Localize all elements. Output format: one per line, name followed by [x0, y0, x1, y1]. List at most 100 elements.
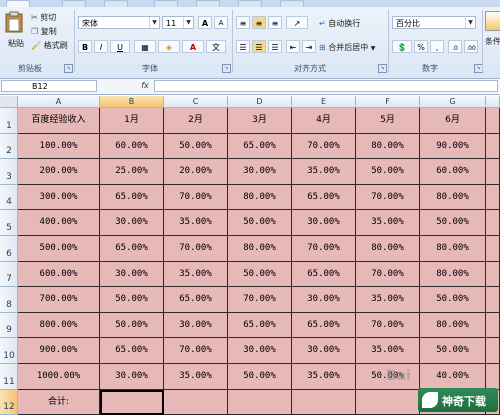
- row-header-8[interactable]: 8: [0, 287, 18, 313]
- data-cell[interactable]: 80.00%: [420, 236, 486, 262]
- fill-color-button[interactable]: ◈: [158, 40, 180, 53]
- data-cell[interactable]: 65.00%: [292, 312, 356, 339]
- data-cell[interactable]: 50.00%: [420, 287, 486, 313]
- data-cell[interactable]: 600.00%: [18, 261, 100, 288]
- column-header-next[interactable]: [486, 96, 500, 108]
- row-header-1[interactable]: 1: [0, 108, 18, 134]
- row-header-2[interactable]: 2: [0, 133, 18, 160]
- align-right-button[interactable]: ☰: [268, 40, 282, 53]
- data-cell[interactable]: 30.00%: [100, 261, 164, 288]
- data-cell[interactable]: 80.00%: [420, 261, 486, 288]
- increase-indent-button[interactable]: ⇥: [302, 40, 316, 53]
- row-header-12[interactable]: 12: [0, 389, 18, 416]
- column-header-f[interactable]: F: [356, 96, 420, 108]
- column-header-g[interactable]: G: [420, 96, 486, 108]
- data-cell[interactable]: 65.00%: [292, 184, 356, 211]
- orientation-button[interactable]: ↗: [286, 16, 308, 29]
- total-cell[interactable]: [356, 389, 420, 416]
- next-column-cell[interactable]: [486, 338, 500, 364]
- data-cell[interactable]: 35.00%: [164, 210, 228, 236]
- select-all-corner[interactable]: [0, 96, 18, 108]
- align-top-button[interactable]: ≡: [236, 16, 250, 29]
- decrease-decimal-button[interactable]: .00: [464, 40, 478, 53]
- data-cell[interactable]: 65.00%: [100, 236, 164, 262]
- data-cell[interactable]: 80.00%: [356, 236, 420, 262]
- header-cell[interactable]: 6月: [420, 108, 486, 134]
- column-header-a[interactable]: A: [18, 96, 100, 108]
- data-cell[interactable]: 40.00%: [420, 364, 486, 390]
- currency-button[interactable]: 💲: [392, 40, 412, 53]
- column-header-c[interactable]: C: [164, 96, 228, 108]
- wrap-text-button[interactable]: ↵ 自动换行: [318, 16, 384, 32]
- data-cell[interactable]: 65.00%: [292, 261, 356, 288]
- header-cell[interactable]: 百度经验收入: [18, 108, 100, 134]
- header-cell[interactable]: 2月: [164, 108, 228, 134]
- data-cell[interactable]: 50.00%: [100, 287, 164, 313]
- row-header-10[interactable]: 10: [0, 338, 18, 364]
- alignment-launcher-icon[interactable]: ↘: [378, 64, 387, 73]
- data-cell[interactable]: 70.00%: [292, 133, 356, 160]
- next-column-cell[interactable]: [486, 159, 500, 185]
- data-cell[interactable]: 35.00%: [356, 338, 420, 364]
- data-cell[interactable]: 1000.00%: [18, 364, 100, 390]
- data-cell[interactable]: 30.00%: [164, 312, 228, 339]
- data-cell[interactable]: 700.00%: [18, 287, 100, 313]
- align-left-button[interactable]: ☰: [236, 40, 250, 53]
- data-cell[interactable]: 30.00%: [292, 210, 356, 236]
- data-cell[interactable]: 30.00%: [100, 364, 164, 390]
- row-header-5[interactable]: 5: [0, 210, 18, 236]
- decrease-indent-button[interactable]: ⇤: [286, 40, 300, 53]
- data-cell[interactable]: 70.00%: [164, 236, 228, 262]
- data-cell[interactable]: 50.00%: [420, 338, 486, 364]
- data-cell[interactable]: 50.00%: [228, 210, 292, 236]
- phonetic-button[interactable]: 文: [206, 40, 226, 53]
- data-cell[interactable]: 80.00%: [420, 184, 486, 211]
- data-cell[interactable]: 70.00%: [356, 184, 420, 211]
- data-cell[interactable]: 35.00%: [164, 261, 228, 288]
- bold-button[interactable]: B: [78, 40, 92, 53]
- row-header-6[interactable]: 6: [0, 236, 18, 262]
- data-cell[interactable]: 90.00%: [420, 133, 486, 160]
- data-cell[interactable]: 20.00%: [164, 159, 228, 185]
- row-header-9[interactable]: 9: [0, 312, 18, 339]
- comma-button[interactable]: ,: [430, 40, 444, 53]
- font-size-select[interactable]: 11 ▼: [162, 16, 194, 29]
- header-cell[interactable]: 5月: [356, 108, 420, 134]
- column-header-d[interactable]: D: [228, 96, 292, 108]
- data-cell[interactable]: 30.00%: [292, 287, 356, 313]
- data-cell[interactable]: 800.00%: [18, 312, 100, 339]
- header-cell[interactable]: 3月: [228, 108, 292, 134]
- tab-view[interactable]: [280, 0, 304, 7]
- next-column-cell[interactable]: [486, 364, 500, 390]
- data-cell[interactable]: 100.00%: [18, 133, 100, 160]
- font-launcher-icon[interactable]: ↘: [222, 64, 231, 73]
- row-header-11[interactable]: 11: [0, 364, 18, 390]
- tab-insert[interactable]: [62, 0, 86, 7]
- data-cell[interactable]: 35.00%: [292, 364, 356, 390]
- next-column-cell[interactable]: [486, 312, 500, 339]
- data-cell[interactable]: 50.00%: [228, 364, 292, 390]
- row-header-4[interactable]: 4: [0, 184, 18, 211]
- tab-formulas[interactable]: [154, 0, 178, 7]
- next-column-cell[interactable]: [486, 236, 500, 262]
- header-cell[interactable]: 4月: [292, 108, 356, 134]
- data-cell[interactable]: 65.00%: [228, 312, 292, 339]
- percent-button[interactable]: %: [414, 40, 428, 53]
- data-cell[interactable]: 900.00%: [18, 338, 100, 364]
- data-cell[interactable]: 30.00%: [292, 338, 356, 364]
- row-header-3[interactable]: 3: [0, 159, 18, 185]
- align-middle-button[interactable]: ≡: [252, 16, 266, 29]
- next-column-cell[interactable]: [486, 261, 500, 288]
- data-cell[interactable]: 35.00%: [164, 364, 228, 390]
- data-cell[interactable]: 50.00%: [100, 312, 164, 339]
- data-cell[interactable]: 300.00%: [18, 184, 100, 211]
- clipboard-launcher-icon[interactable]: ↘: [64, 64, 73, 73]
- total-label-cell[interactable]: 合计:: [18, 389, 100, 416]
- paste-label[interactable]: 粘贴: [3, 36, 29, 52]
- data-cell[interactable]: 80.00%: [228, 236, 292, 262]
- data-cell[interactable]: 200.00%: [18, 159, 100, 185]
- font-color-button[interactable]: A: [182, 40, 204, 53]
- data-cell[interactable]: 30.00%: [100, 210, 164, 236]
- data-cell[interactable]: 60.00%: [420, 159, 486, 185]
- align-bottom-button[interactable]: ≡: [268, 16, 282, 29]
